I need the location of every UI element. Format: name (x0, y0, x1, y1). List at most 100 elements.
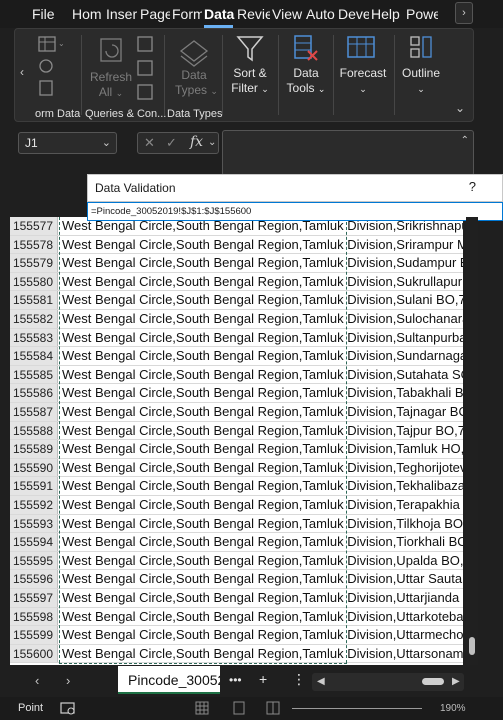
range-reference-input[interactable]: =Pincode_30052019!$J$1:$J$155600 (87, 202, 503, 221)
normal-view-icon[interactable] (195, 701, 209, 715)
queries-icons[interactable] (136, 33, 156, 103)
table-row[interactable]: 155596 West Bengal Circle,South Bengal Re… (10, 570, 463, 589)
table-row[interactable]: 155584 West Bengal Circle,South Bengal Re… (10, 347, 463, 366)
cell[interactable]: West Bengal Circle,South Bengal Region,T… (60, 589, 463, 607)
table-row[interactable]: 155589 West Bengal Circle,South Bengal Re… (10, 440, 463, 459)
row-header[interactable]: 155592 (10, 496, 58, 514)
row-header[interactable]: 155587 (10, 403, 58, 421)
cell[interactable]: West Bengal Circle,South Bengal Region,T… (60, 608, 463, 626)
tab-inser[interactable]: Inser (106, 0, 138, 28)
cell[interactable]: West Bengal Circle,South Bengal Region,T… (60, 552, 463, 570)
cell[interactable]: West Bengal Circle,South Bengal Region,T… (60, 477, 463, 495)
cell[interactable]: West Bengal Circle,South Bengal Region,T… (60, 254, 463, 272)
row-header[interactable]: 155598 (10, 607, 58, 626)
vertical-scrollbar[interactable] (466, 217, 478, 665)
data-types-icon[interactable] (177, 35, 211, 67)
row-header[interactable]: 155581 (10, 291, 58, 309)
more-tabs-button[interactable]: › (455, 2, 473, 24)
cell[interactable]: West Bengal Circle,South Bengal Region,T… (60, 440, 463, 458)
insert-function-icon[interactable]: fx (190, 134, 203, 150)
next-sheet-icon[interactable]: › (66, 673, 70, 688)
outline-button[interactable]: Outline ⌄ (399, 66, 443, 97)
tab-help[interactable]: Help (371, 0, 404, 28)
tab-form[interactable]: Form (172, 0, 202, 28)
tab-data[interactable]: Data (204, 0, 235, 28)
row-header[interactable]: 155589 (10, 440, 58, 458)
table-row[interactable]: 155598 West Bengal Circle,South Bengal Re… (10, 607, 463, 627)
formula-expand-icon[interactable]: ⌄ (208, 137, 216, 148)
row-header[interactable]: 155591 (10, 477, 58, 495)
tab-view[interactable]: View (272, 0, 304, 28)
tab-powe[interactable]: Powe (406, 0, 438, 28)
enter-icon[interactable]: ✓ (166, 135, 177, 151)
tab-revie[interactable]: Revie (237, 0, 270, 28)
tab-deve[interactable]: Deve (338, 0, 369, 28)
chevron-down-icon[interactable]: ⌄ (102, 133, 111, 153)
table-row[interactable]: 155580 West Bengal Circle,South Bengal Re… (10, 272, 463, 292)
cell[interactable]: West Bengal Circle,South Bengal Region,T… (60, 422, 463, 440)
table-row[interactable]: 155597 West Bengal Circle,South Bengal Re… (10, 589, 463, 608)
cell[interactable]: West Bengal Circle,South Bengal Region,T… (60, 236, 463, 254)
cell[interactable]: West Bengal Circle,South Bengal Region,T… (60, 570, 463, 588)
help-icon[interactable]: ? (469, 179, 476, 194)
cell[interactable]: West Bengal Circle,South Bengal Region,T… (60, 496, 463, 514)
sort-filter-button[interactable]: Sort & Filter ⌄ (228, 66, 272, 97)
horizontal-scrollbar[interactable]: ◀ ▶ (312, 673, 464, 691)
cell[interactable]: West Bengal Circle,South Bengal Region,T… (60, 310, 463, 328)
table-row[interactable]: 155590 West Bengal Circle,South Bengal Re… (10, 458, 463, 478)
forecast-button[interactable]: Forecast ⌄ (339, 66, 387, 97)
cell[interactable]: West Bengal Circle,South Bengal Region,T… (60, 459, 463, 477)
scroll-right-icon[interactable]: ▶ (452, 676, 460, 687)
cell[interactable]: West Bengal Circle,South Bengal Region,T… (60, 366, 463, 384)
chevron-up-icon[interactable]: ⌃ (461, 135, 469, 146)
page-break-preview-icon[interactable] (266, 701, 280, 715)
table-row[interactable]: 155594 West Bengal Circle,South Bengal Re… (10, 533, 463, 552)
data-validation-dialog-titlebar[interactable]: Data Validation ? (87, 174, 503, 202)
table-row[interactable]: 155586 West Bengal Circle,South Bengal Re… (10, 384, 463, 403)
row-header[interactable]: 155590 (10, 458, 58, 477)
add-sheet-button[interactable]: + (259, 671, 267, 687)
tab-auto[interactable]: Auto (306, 0, 336, 28)
row-header[interactable]: 155577 (10, 217, 58, 235)
row-header[interactable]: 155595 (10, 551, 58, 570)
cell[interactable]: West Bengal Circle,South Bengal Region,T… (60, 329, 463, 347)
forecast-icon[interactable] (345, 33, 377, 63)
row-header[interactable]: 155583 (10, 328, 58, 347)
filter-icon[interactable] (235, 33, 265, 63)
table-row[interactable]: 155588 West Bengal Circle,South Bengal Re… (10, 421, 463, 441)
table-row[interactable]: 155583 West Bengal Circle,South Bengal Re… (10, 328, 463, 348)
cell[interactable]: West Bengal Circle,South Bengal Region,T… (60, 347, 463, 365)
row-header[interactable]: 155579 (10, 254, 58, 272)
data-tools-icon[interactable] (291, 33, 321, 63)
formula-input[interactable]: ⌃ (222, 130, 474, 176)
page-layout-icon[interactable] (232, 701, 246, 715)
row-header[interactable]: 155594 (10, 533, 58, 551)
zoom-slider[interactable] (292, 708, 422, 709)
cell[interactable]: West Bengal Circle,South Bengal Region,T… (60, 626, 463, 644)
row-header[interactable]: 155578 (10, 235, 58, 254)
zoom-level[interactable]: 190% (440, 703, 466, 714)
ribbon-collapse-icon[interactable]: ⌄ (455, 101, 465, 115)
table-row[interactable]: 155600 West Bengal Circle,South Bengal Re… (10, 644, 463, 664)
row-header[interactable]: 155600 (10, 644, 58, 663)
row-header[interactable]: 155585 (10, 365, 58, 384)
row-header[interactable]: 155593 (10, 514, 58, 533)
cell[interactable]: West Bengal Circle,South Bengal Region,T… (60, 291, 463, 309)
tab-page[interactable]: Page (140, 0, 170, 28)
table-row[interactable]: 155599 West Bengal Circle,South Bengal Re… (10, 626, 463, 645)
refresh-all-button[interactable]: Refresh All ⌄ (89, 70, 133, 101)
horizontal-scroll-thumb[interactable] (422, 678, 444, 685)
table-row[interactable]: 155585 West Bengal Circle,South Bengal Re… (10, 365, 463, 385)
spreadsheet-grid[interactable]: 155600 West Bengal Circle,South Bengal Re… (10, 217, 463, 665)
cell[interactable]: West Bengal Circle,South Bengal Region,T… (60, 403, 463, 421)
prev-sheet-icon[interactable]: ‹ (35, 673, 39, 688)
table-row[interactable]: 155593 West Bengal Circle,South Bengal Re… (10, 514, 463, 534)
table-row[interactable]: 155595 West Bengal Circle,South Bengal Re… (10, 551, 463, 571)
name-box[interactable]: J1 ⌄ (18, 132, 117, 154)
table-row[interactable]: 155579 West Bengal Circle,South Bengal Re… (10, 254, 463, 273)
sheet-tab-active[interactable]: Pincode_30052 (118, 666, 220, 694)
cell[interactable]: West Bengal Circle,South Bengal Region,T… (60, 515, 463, 533)
table-row[interactable]: 155582 West Bengal Circle,South Bengal Re… (10, 310, 463, 329)
tab-file[interactable]: File (32, 0, 70, 28)
cell[interactable]: West Bengal Circle,South Bengal Region,T… (60, 645, 463, 663)
